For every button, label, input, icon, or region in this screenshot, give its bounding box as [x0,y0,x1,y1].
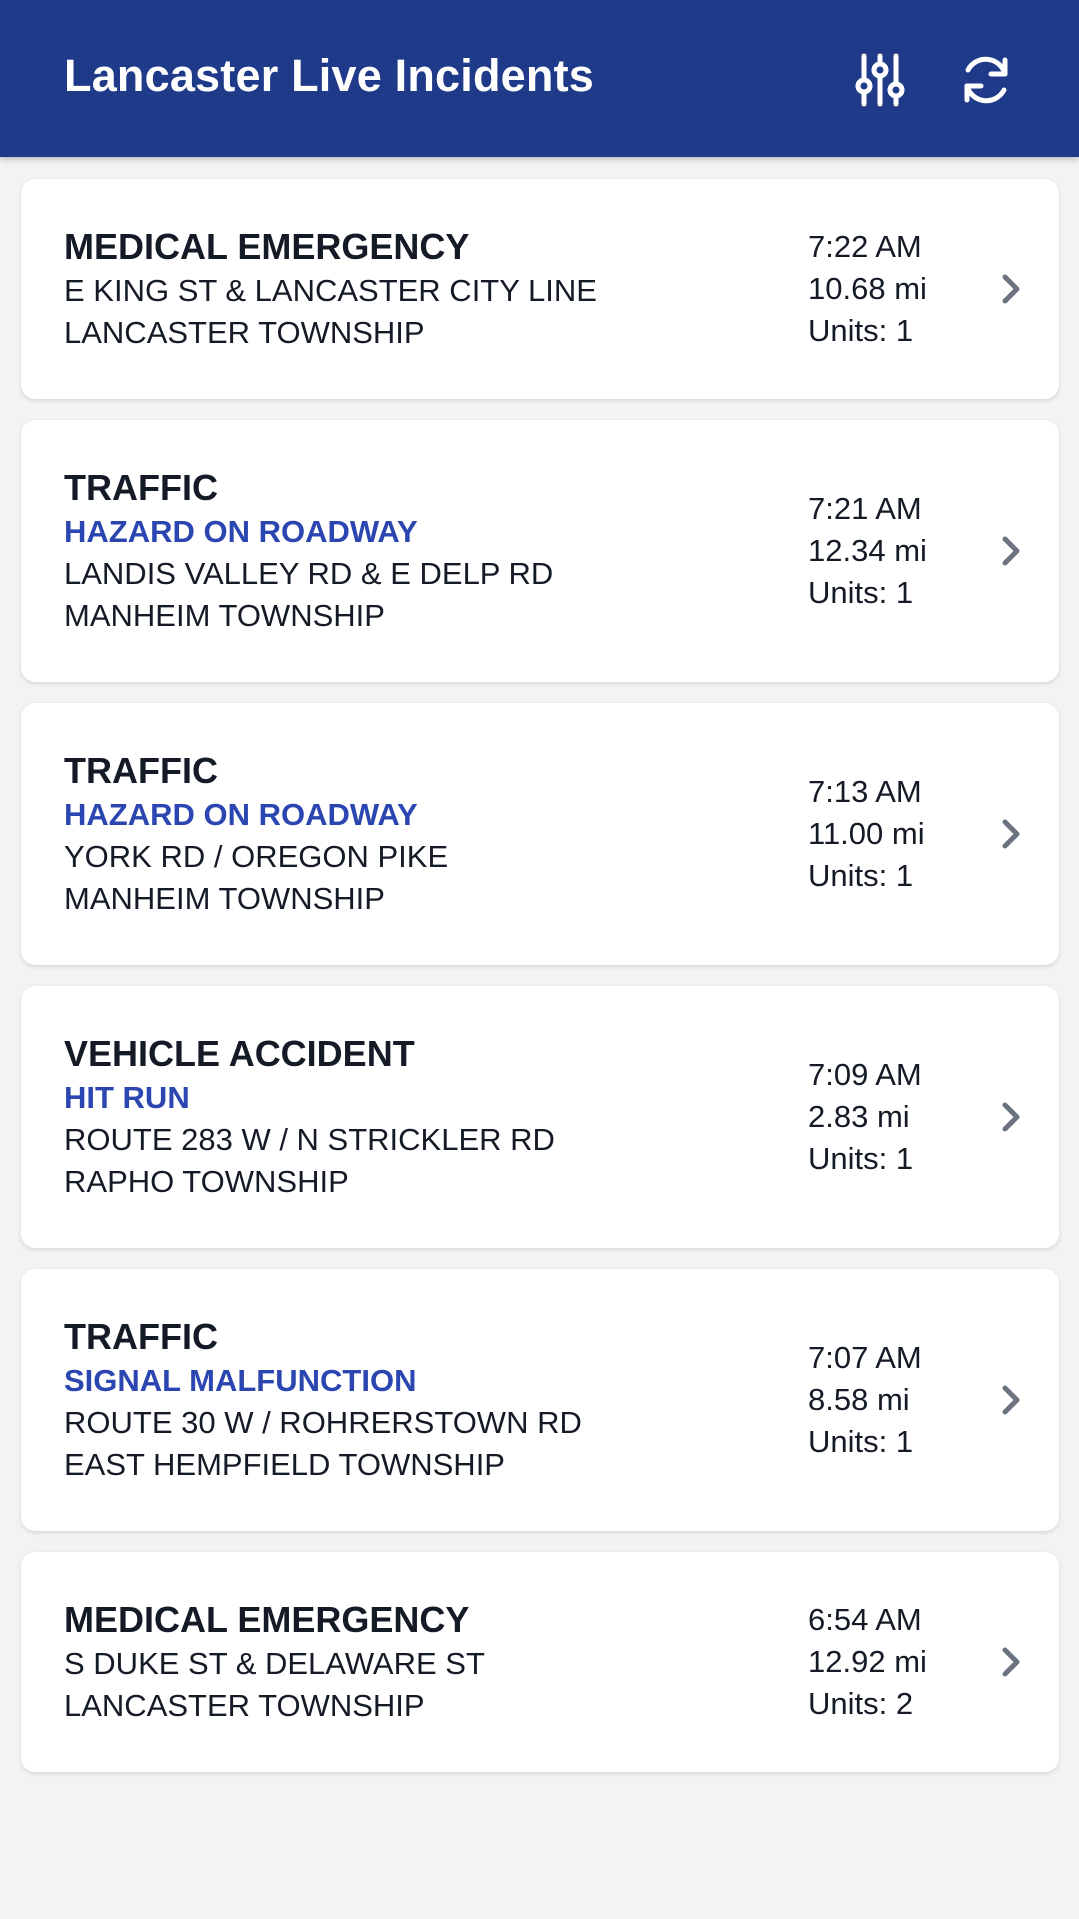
incident-distance: 11.00 mi [808,816,925,851]
incident-distance: 8.58 mi [808,1382,910,1417]
incident-subtype: HAZARD ON ROADWAY [64,797,418,832]
incident-distance: 2.83 mi [808,1099,910,1134]
incident-location: LANDIS VALLEY RD & E DELP RD [64,556,554,591]
incident-card[interactable]: TRAFFIC HAZARD ON ROADWAY YORK RD / OREG… [21,703,1059,965]
incident-municipality: EAST HEMPFIELD TOWNSHIP [64,1447,505,1482]
incident-time: 7:09 AM [808,1057,922,1092]
incident-units: Units: 1 [808,1141,914,1176]
incident-subtype: HIT RUN [64,1080,190,1115]
incident-meta: 7:22 AM 10.68 mi Units: 1 [808,226,958,352]
incident-distance: 10.68 mi [808,271,927,306]
incident-card[interactable]: TRAFFIC HAZARD ON ROADWAY LANDIS VALLEY … [21,420,1059,682]
incident-location: YORK RD / OREGON PIKE [64,839,449,874]
incident-details: TRAFFIC SIGNAL MALFUNCTION ROUTE 30 W / … [64,1314,764,1486]
incident-card[interactable]: MEDICAL EMERGENCY E KING ST & LANCASTER … [21,179,1059,399]
incident-meta: 7:09 AM 2.83 mi Units: 1 [808,1054,958,1180]
incident-subtype: HAZARD ON ROADWAY [64,514,418,549]
chevron-right-icon [993,1644,1029,1680]
incident-distance: 12.92 mi [808,1644,927,1679]
chevron-right-icon [993,271,1029,307]
incident-location: E KING ST & LANCASTER CITY LINE [64,273,597,308]
incident-card[interactable]: MEDICAL EMERGENCY S DUKE ST & DELAWARE S… [21,1552,1059,1772]
chevron-right-icon [993,1382,1029,1418]
incident-units: Units: 1 [808,858,914,893]
incident-type: TRAFFIC [64,467,218,508]
incident-time: 7:13 AM [808,774,922,809]
incident-details: VEHICLE ACCIDENT HIT RUN ROUTE 283 W / N… [64,1031,764,1203]
incident-units: Units: 1 [808,313,914,348]
incident-location: ROUTE 283 W / N STRICKLER RD [64,1122,555,1157]
incident-details: TRAFFIC HAZARD ON ROADWAY YORK RD / OREG… [64,748,764,920]
incident-type: MEDICAL EMERGENCY [64,1599,470,1640]
incident-type: VEHICLE ACCIDENT [64,1033,415,1074]
incident-subtype: SIGNAL MALFUNCTION [64,1363,417,1398]
incident-meta: 6:54 AM 12.92 mi Units: 2 [808,1599,958,1725]
refresh-icon [964,56,1008,104]
chevron-right-icon [993,816,1029,852]
app-title: Lancaster Live Incidents [64,50,594,101]
incident-list: MEDICAL EMERGENCY E KING ST & LANCASTER … [21,179,1059,1793]
filter-button[interactable] [850,50,910,110]
incident-card[interactable]: VEHICLE ACCIDENT HIT RUN ROUTE 283 W / N… [21,986,1059,1248]
incident-meta: 7:13 AM 11.00 mi Units: 1 [808,771,958,897]
incident-type: MEDICAL EMERGENCY [64,226,470,267]
incident-municipality: LANCASTER TOWNSHIP [64,1688,425,1723]
incident-location: ROUTE 30 W / ROHRERSTOWN RD [64,1405,582,1440]
incident-meta: 7:07 AM 8.58 mi Units: 1 [808,1337,958,1463]
incident-municipality: RAPHO TOWNSHIP [64,1164,349,1199]
incident-units: Units: 1 [808,1424,914,1459]
incident-time: 7:07 AM [808,1340,922,1375]
incident-time: 6:54 AM [808,1602,922,1637]
sliders-icon [855,53,905,107]
incident-location: S DUKE ST & DELAWARE ST [64,1646,485,1681]
incident-card[interactable]: TRAFFIC SIGNAL MALFUNCTION ROUTE 30 W / … [21,1269,1059,1531]
incident-meta: 7:21 AM 12.34 mi Units: 1 [808,488,958,614]
incident-details: MEDICAL EMERGENCY E KING ST & LANCASTER … [64,224,764,354]
incident-time: 7:22 AM [808,229,922,264]
incident-type: TRAFFIC [64,750,218,791]
incident-time: 7:21 AM [808,491,922,526]
incident-type: TRAFFIC [64,1316,218,1357]
chevron-right-icon [993,1099,1029,1135]
incident-details: TRAFFIC HAZARD ON ROADWAY LANDIS VALLEY … [64,465,764,637]
app-header: Lancaster Live Incidents [0,0,1079,157]
incident-distance: 12.34 mi [808,533,927,568]
incident-details: MEDICAL EMERGENCY S DUKE ST & DELAWARE S… [64,1597,764,1727]
incident-municipality: MANHEIM TOWNSHIP [64,881,385,916]
incident-units: Units: 2 [808,1686,914,1721]
refresh-button[interactable] [956,50,1016,110]
incident-units: Units: 1 [808,575,914,610]
incident-municipality: MANHEIM TOWNSHIP [64,598,385,633]
incident-municipality: LANCASTER TOWNSHIP [64,315,425,350]
chevron-right-icon [993,533,1029,569]
